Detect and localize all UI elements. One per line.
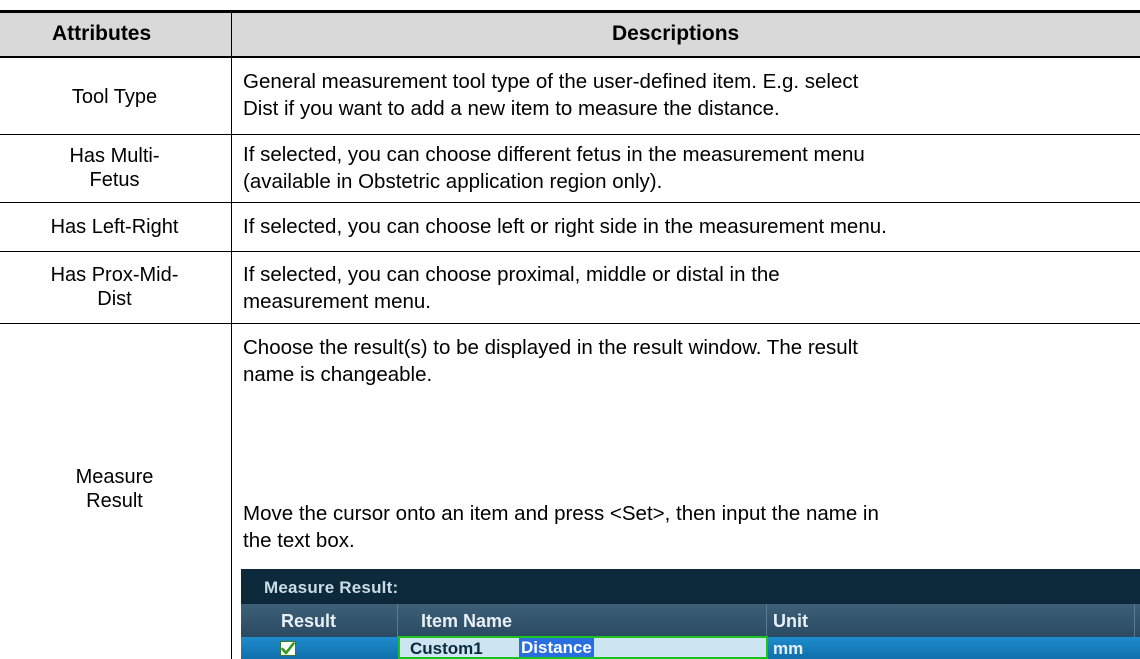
description-cell: Move the cursor onto an item and press <… — [243, 500, 879, 554]
unit-value[interactable]: mm — [773, 639, 803, 659]
description-text: If selected, you can choose proximal, mi… — [243, 263, 780, 286]
row-divider — [0, 251, 1140, 252]
description-text: measurement menu. — [243, 290, 432, 313]
attribute-label: Has Prox-Mid- — [50, 264, 179, 286]
description-text: General measurement tool type of the use… — [243, 70, 859, 93]
description-text: name is changeable. — [243, 363, 433, 386]
description-text: Choose the result(s) to be displayed in … — [243, 336, 858, 359]
description-text: If selected, you can choose left or righ… — [243, 215, 887, 238]
table-header-row — [0, 12, 1140, 56]
row-divider — [0, 202, 1140, 203]
description-text: Dist if you want to add a new item to me… — [243, 97, 780, 120]
attribute-cell: Has Prox-Mid- Dist — [0, 263, 229, 311]
attribute-label: Fetus — [89, 169, 140, 191]
column-header-unit: Unit — [773, 611, 808, 631]
column-header-item-name: Item Name — [421, 611, 513, 631]
measure-result-panel: Measure Result: Result Item Name Unit Cu… — [241, 569, 1140, 659]
attribute-cell: Tool Type — [0, 85, 229, 109]
row-divider — [0, 323, 1140, 324]
attribute-label: Has Multi- — [69, 145, 160, 167]
header-attributes: Attributes — [52, 22, 152, 45]
measure-result-header-row — [241, 604, 1140, 637]
column-divider — [231, 12, 232, 659]
description-text: If selected, you can choose different fe… — [243, 143, 865, 166]
row-divider — [0, 134, 1140, 135]
measure-result-title: Measure Result: — [264, 578, 399, 597]
header-descriptions: Descriptions — [612, 22, 740, 45]
item-name-prefix: Custom1 — [410, 639, 483, 658]
attributes-table: Attributes Descriptions Tool Type Genera… — [0, 0, 1140, 659]
attribute-label: Dist — [97, 288, 132, 310]
description-cell: If selected, you can choose left or righ… — [243, 213, 887, 240]
description-cell: If selected, you can choose proximal, mi… — [243, 261, 780, 315]
attribute-cell: Measure Result — [0, 465, 229, 513]
item-name-input[interactable]: Custom1 Distance — [398, 636, 768, 659]
checkmark-icon — [281, 642, 295, 655]
description-text: (available in Obstetric application regi… — [243, 170, 663, 193]
attribute-cell: Has Multi- Fetus — [0, 144, 229, 192]
attribute-cell: Has Left-Right — [0, 215, 229, 239]
attribute-label: Tool Type — [71, 86, 158, 108]
attribute-label: Has Left-Right — [50, 216, 179, 238]
attribute-label: Measure — [75, 466, 154, 488]
description-cell: If selected, you can choose different fe… — [243, 141, 865, 195]
result-checkbox[interactable] — [280, 641, 296, 656]
description-text: the text box. — [243, 529, 355, 552]
header-divider — [0, 56, 1140, 58]
table-top-border — [0, 10, 1140, 13]
description-text: Move the cursor onto an item and press <… — [243, 502, 879, 525]
attribute-label: Result — [86, 490, 143, 512]
column-header-result: Result — [281, 611, 337, 631]
description-cell: General measurement tool type of the use… — [243, 68, 858, 122]
description-cell: Choose the result(s) to be displayed in … — [243, 334, 858, 388]
item-name-selected-text: Distance — [519, 638, 594, 657]
